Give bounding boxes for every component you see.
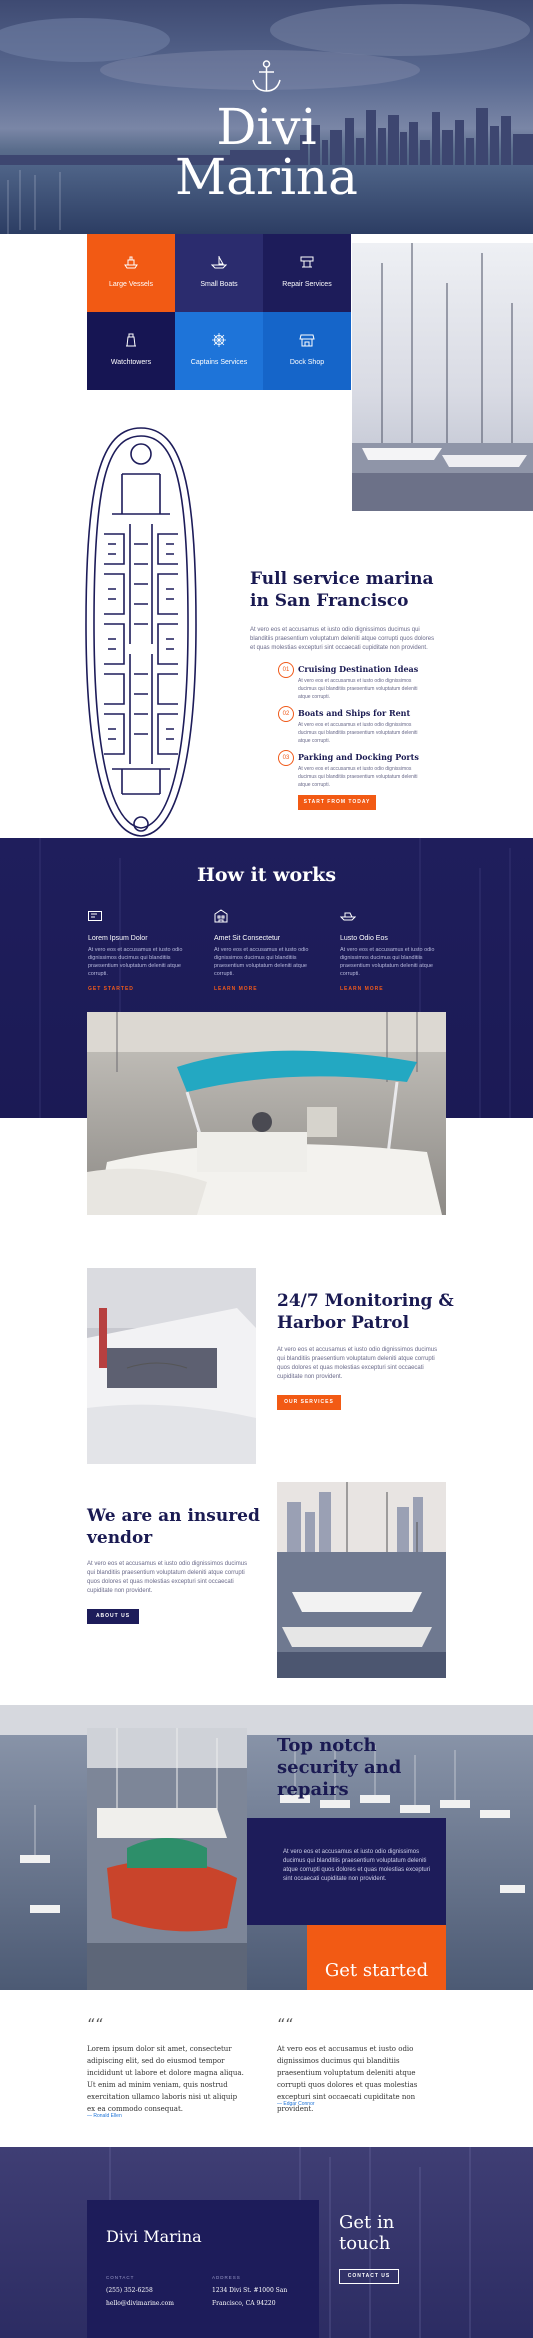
building-icon [214, 909, 228, 923]
marina-title-line2: in San Francisco [250, 591, 409, 611]
footer-address-line1: 1234 Divi St. #1000 San [212, 2287, 288, 2294]
testimonial-text: Lorem ipsum dolor sit amet, consectetur … [87, 2045, 244, 2113]
shop-icon [299, 334, 315, 347]
how-column-title: Lorem Ipsum Dolor [88, 935, 148, 942]
feature-title: Boats and Ships for Rent [298, 708, 411, 718]
contact-us-button[interactable]: CONTACT US [339, 2269, 399, 2284]
feature-title: Parking and Docking Ports [298, 752, 419, 762]
get-in-touch-line2: touch [339, 2233, 391, 2254]
feature-text: At vero eos et accusamus et iusto odio d… [298, 722, 418, 744]
lighthouse-icon [126, 333, 136, 347]
boat-icon [211, 256, 227, 269]
footer-brand: Divi Marina [106, 2227, 202, 2246]
red-boat-photo [87, 1728, 247, 1990]
tile-repair-services[interactable]: Repair Services [263, 234, 351, 312]
hero-title-line2: Marina [175, 148, 358, 206]
address-label: ADDRESS [212, 2275, 241, 2280]
tile-label: Large Vessels [109, 281, 153, 288]
tile-watchtowers[interactable]: Watchtowers [87, 312, 175, 390]
marina-title: Full service marina in San Francisco [250, 568, 460, 612]
testimonial-author[interactable]: — Edgar Connor [277, 2101, 315, 2107]
repairs-title-line2: security and [277, 1757, 402, 1778]
tile-label: Repair Services [282, 281, 332, 288]
contact-label: CONTACT [106, 2275, 135, 2280]
repairs-title: Top notch security and repairs [277, 1735, 477, 1801]
how-title: How it works [196, 864, 337, 886]
tile-label: Small Boats [200, 281, 238, 288]
hero-title-line1: Divi [216, 98, 317, 156]
footer-panel [87, 2200, 319, 2338]
hero-title: Divi Marina [0, 102, 533, 202]
repairs-text: At vero eos et accusamus et iusto odio d… [283, 1849, 431, 1882]
speedboat-photo [87, 1012, 446, 1215]
how-column-text: At vero eos et accusamus et iusto odio d… [214, 947, 309, 977]
boat-deck-plan-illustration [85, 427, 197, 837]
tile-small-boats[interactable]: Small Boats [175, 234, 263, 312]
learn-more-link[interactable]: LEARN MORE [340, 986, 384, 992]
tile-label: Watchtowers [110, 359, 152, 366]
tile-label: Captains Services [190, 359, 248, 366]
get-started-link[interactable]: GET STARTED [88, 986, 134, 992]
quote-icon: ““ [87, 2015, 104, 2034]
footer-address-line2: Francisco, CA 94220 [212, 2300, 276, 2307]
insured-title-line1: We are an insured [87, 1506, 260, 1526]
tile-large-vessels[interactable]: Large Vessels [87, 234, 175, 312]
how-column-text: At vero eos et accusamus et iusto odio d… [88, 947, 183, 977]
feature-text: At vero eos et accusamus et iusto odio d… [298, 678, 418, 700]
tile-captains-services[interactable]: Captains Services [175, 312, 263, 390]
feature-title: Cruising Destination Ideas [298, 664, 419, 674]
repairs-title-line1: Top notch [277, 1735, 377, 1756]
feature-text: At vero eos et accusamus et iusto odio d… [298, 766, 418, 788]
monitoring-text: At vero eos et accusamus et iusto odio d… [277, 1347, 438, 1380]
marina-title-line1: Full service marina [250, 569, 434, 589]
quote-icon: ““ [277, 2015, 294, 2034]
learn-more-link[interactable]: LEARN MORE [214, 986, 258, 992]
yacht-closeup-photo [87, 1268, 256, 1464]
insured-title-line2: vendor [87, 1528, 153, 1548]
get-in-touch-title: Get in touch [339, 2212, 394, 2254]
hero-section: Divi Marina [0, 0, 533, 234]
insured-text: At vero eos et accusamus et iusto odio d… [87, 1561, 248, 1594]
boat-icon [340, 912, 356, 921]
harbor-photo [352, 243, 533, 511]
how-column-title: Amet Sit Consectetur [214, 935, 281, 942]
ship-icon [124, 256, 138, 269]
footer-section: Divi Marina CONTACT (255) 352-6258 hello… [0, 2147, 533, 2338]
how-column-text: At vero eos et accusamus et iusto odio d… [340, 947, 435, 977]
how-column-title: Lusto Odio Eos [340, 935, 388, 942]
wheel-icon [212, 333, 226, 347]
tile-label: Dock Shop [289, 359, 325, 366]
marina-intro: At vero eos et accusamus et iusto odio d… [250, 627, 435, 651]
get-started-button[interactable]: Get started [307, 1925, 446, 1990]
footer-email[interactable]: hello@divimarine.com [106, 2300, 174, 2307]
feature-number: 01 [278, 662, 294, 678]
catamaran-city-photo [277, 1482, 446, 1678]
tools-icon [300, 256, 314, 268]
start-from-today-button[interactable]: START FROM TODAY [298, 795, 376, 810]
insured-title: We are an insured vendor [87, 1505, 287, 1549]
get-in-touch-line1: Get in [339, 2212, 395, 2233]
footer-phone[interactable]: (255) 352-6258 [106, 2287, 153, 2294]
testimonial-author[interactable]: — Ronald Ellen [87, 2113, 122, 2119]
monitoring-title-line2: Harbor Patrol [277, 1313, 410, 1333]
feature-number: 03 [278, 750, 294, 766]
anchor-icon [252, 60, 281, 92]
repairs-title-line3: repairs [277, 1779, 349, 1800]
monitoring-title-line1: 24/7 Monitoring & [277, 1291, 454, 1311]
about-us-button[interactable]: ABOUT US [87, 1609, 139, 1624]
monitoring-title: 24/7 Monitoring & Harbor Patrol [277, 1290, 497, 1334]
our-services-button[interactable]: OUR SERVICES [277, 1395, 341, 1410]
ticket-icon [88, 911, 102, 921]
tile-dock-shop[interactable]: Dock Shop [263, 312, 351, 390]
feature-number: 02 [278, 706, 294, 722]
